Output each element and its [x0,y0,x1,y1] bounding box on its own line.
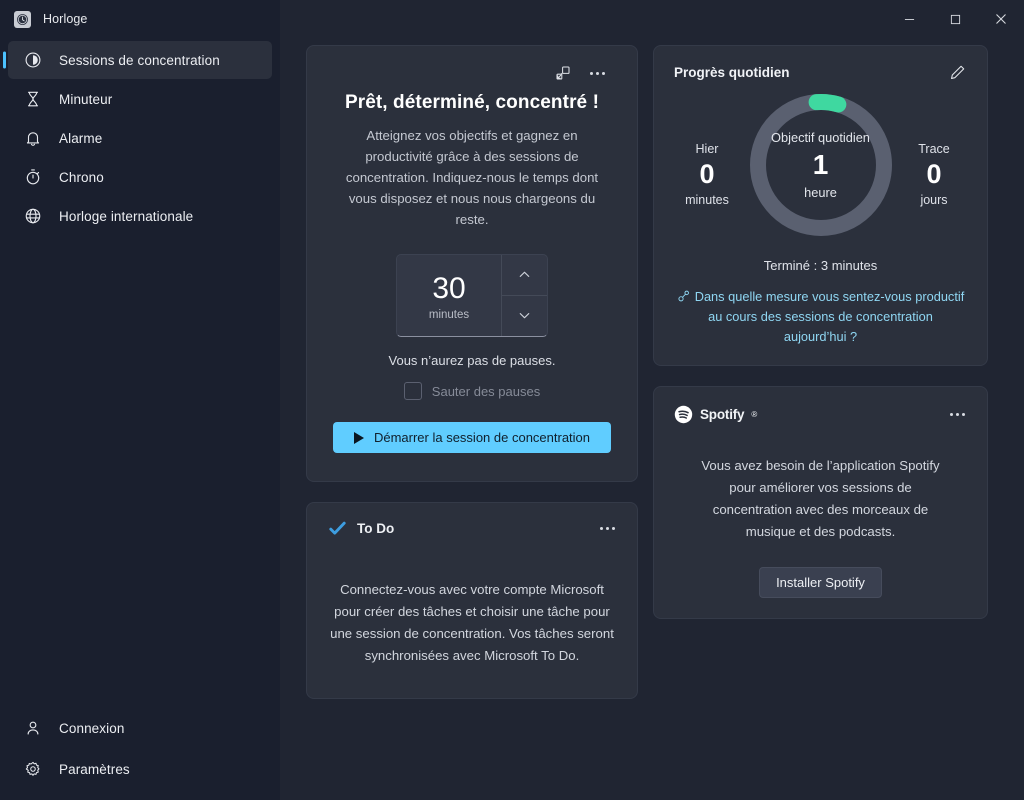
sidebar-item-label: Chrono [59,169,104,185]
gear-icon [24,760,42,778]
focus-session-card: Prêt, déterminé, concentré ! Atteignez v… [306,45,638,482]
start-focus-session-button[interactable]: Démarrer la session de concentration [333,422,611,453]
sidebar-item-label: Sessions de concentration [59,52,220,68]
sidebar-item-label: Horloge internationale [59,208,194,224]
todo-brand-label: To Do [357,520,395,536]
streak-value: 0 [926,159,942,190]
play-icon [353,431,364,444]
main-content: Prêt, déterminé, concentré ! Atteignez v… [280,0,1024,800]
progress-ring-row: Hier 0 minutes Objectif quotidien 1 heur… [670,87,971,262]
titlebar-app-identity: Horloge [0,0,280,38]
todo-brand: To Do [323,519,394,538]
app-title: Horloge [43,12,88,26]
focus-card-description: Atteignez vos objectifs et gagnez en pro… [345,128,599,227]
duration-stepper-wrap: 30 minutes [333,254,611,337]
streak-label: Trace [918,142,950,157]
todo-card-body: Connectez-vous avec votre compte Microso… [330,582,614,663]
duration-stepper[interactable]: 30 minutes [396,254,548,337]
sidebar-item-label: Connexion [59,720,125,736]
install-spotify-button[interactable]: Installer Spotify [759,567,882,598]
daily-progress-header: Progrès quotidien [670,59,971,85]
clock-icon [14,10,31,28]
spotify-card-header: Spotify ® [670,401,971,427]
pencil-edit-icon[interactable] [943,59,971,85]
spotify-brand: Spotify ® [670,405,757,424]
daily-goal-ring: Objectif quotidien 1 heure [745,89,897,241]
window-controls [886,0,1024,38]
todo-card: To Do Connectez-vous avec votre compte M… [306,502,638,699]
todo-check-icon [328,519,347,538]
productivity-survey-text: Dans quelle mesure vous sentez-vous prod… [694,289,965,344]
close-button[interactable] [978,0,1024,38]
alarm-bell-icon [24,129,42,147]
daily-progress-card: Progrès quotidien Hier 0 minutes Objecti… [653,45,988,366]
daily-progress-title: Progrès quotidien [674,64,790,80]
daily-goal-center: Objectif quotidien 1 heure [745,89,897,241]
world-clock-icon [24,207,42,225]
start-focus-session-label: Démarrer la session de concentration [373,430,591,445]
daily-goal-value: 1 [812,148,829,180]
spotify-card: Spotify ® Vous avez besoin de l’applicat… [653,386,988,619]
left-column: Prêt, déterminé, concentré ! Atteignez v… [306,45,638,699]
todo-card-header: To Do [323,517,621,539]
streak-unit: jours [920,192,948,207]
sidebar-item-settings[interactable]: Paramètres [8,749,272,789]
yesterday-unit: minutes [685,192,729,207]
duration-value-area[interactable]: 30 minutes [397,255,501,336]
daily-goal-label: Objectif quotidien [771,129,870,145]
timer-icon [24,90,42,108]
daily-goal-unit: heure [804,185,837,201]
skip-breaks-row[interactable]: Sauter des pauses [333,382,611,400]
yesterday-stat: Hier 0 minutes [670,142,744,206]
sidebar-item-stopwatch[interactable]: Chrono [8,158,272,196]
sidebar-nav-bottom: Connexion Paramètres [0,707,280,800]
more-options-icon[interactable] [593,515,621,541]
sidebar-item-label: Alarme [59,130,103,146]
duration-value: 30 [432,272,466,305]
person-icon [24,719,42,737]
more-options-icon[interactable] [943,401,971,427]
right-column: Progrès quotidien Hier 0 minutes Objecti… [653,45,988,619]
streak-stat: Trace 0 jours [897,142,971,206]
sidebar-item-label: Paramètres [59,761,130,777]
minimize-button[interactable] [886,0,932,38]
sidebar-nav: Sessions de concentration Minuteur Alarm… [0,40,280,236]
maximize-button[interactable] [932,0,978,38]
more-options-icon[interactable] [583,60,611,86]
sidebar-item-sign-in[interactable]: Connexion [8,708,272,748]
sidebar: Horloge Sessions de concentration Minute… [0,0,280,800]
sidebar-item-timer[interactable]: Minuteur [8,80,272,118]
stepper-buttons [501,255,547,336]
spotify-card-body: Vous avez besoin de l’application Spotif… [701,458,940,539]
focus-card-toolbar [333,60,611,86]
survey-icon [677,289,691,303]
pop-out-icon[interactable] [549,60,577,86]
duration-unit: minutes [428,309,470,321]
pause-note: Vous n’aurez pas de pauses. [388,353,556,368]
yesterday-value: 0 [699,159,715,190]
spotify-brand-label: Spotify [700,406,745,422]
yesterday-label: Hier [695,142,719,157]
clock-app-window: Horloge Sessions de concentration Minute… [0,0,1024,800]
sidebar-item-alarm[interactable]: Alarme [8,119,272,157]
skip-breaks-checkbox[interactable] [403,382,422,400]
focus-card-heading: Prêt, déterminé, concentré ! [344,92,600,113]
sidebar-item-world-clock[interactable]: Horloge internationale [8,197,272,235]
chevron-up-icon[interactable] [502,255,547,296]
sidebar-item-focus-sessions[interactable]: Sessions de concentration [8,41,272,79]
skip-breaks-label: Sauter des pauses [431,383,541,399]
spotify-trademark: ® [751,409,758,419]
spotify-logo-icon [674,405,693,424]
focus-sessions-icon [24,51,42,69]
chevron-down-icon[interactable] [502,296,547,337]
stopwatch-icon [24,168,42,186]
sidebar-item-label: Minuteur [59,91,113,107]
productivity-survey-link[interactable]: Dans quelle mesure vous sentez-vous prod… [670,287,971,347]
